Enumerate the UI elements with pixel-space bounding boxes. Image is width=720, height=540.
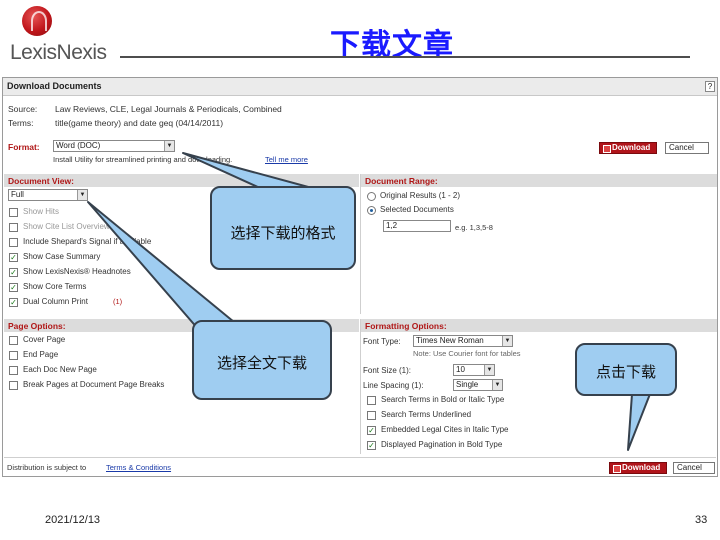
click-download-callout: 点击下载 bbox=[575, 343, 677, 396]
callout-pointers bbox=[87, 152, 651, 451]
download-callout-pointer bbox=[627, 393, 651, 451]
full-text-callout: 选择全文下载 bbox=[192, 320, 332, 400]
format-callout-pointer bbox=[182, 152, 313, 189]
slide-date: 2021/12/13 bbox=[45, 514, 101, 526]
format-callout: 选择下载的格式 bbox=[210, 186, 356, 270]
slide-page-number: 33 bbox=[695, 514, 708, 526]
